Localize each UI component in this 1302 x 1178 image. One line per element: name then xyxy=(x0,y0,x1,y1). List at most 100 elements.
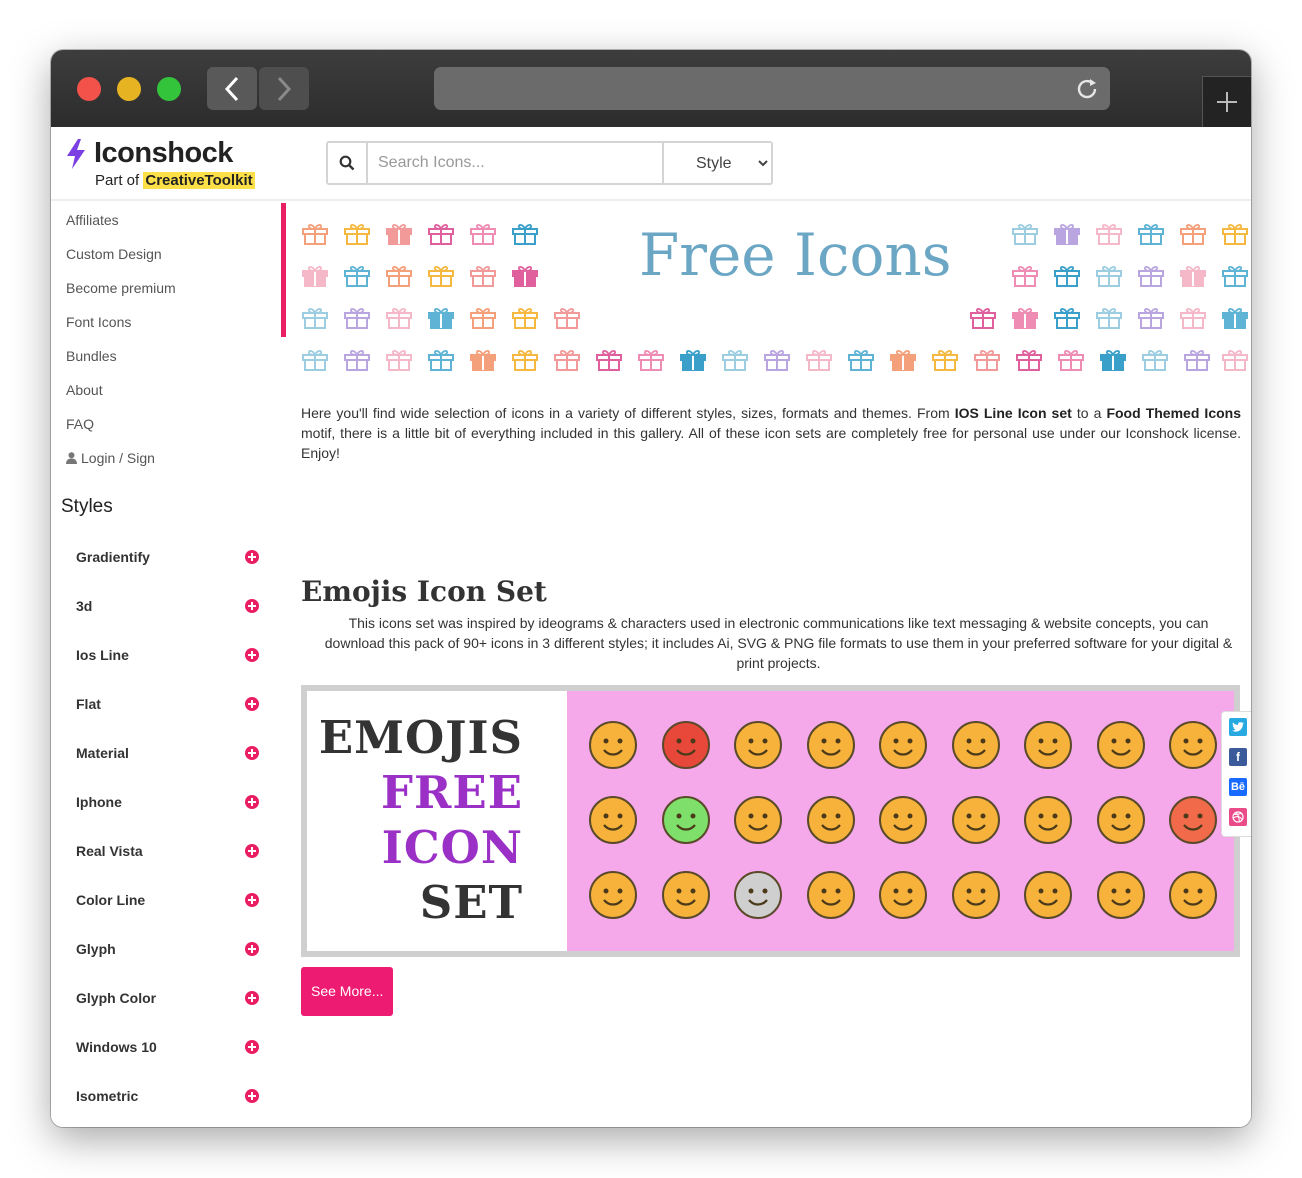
style-item-3d[interactable]: 3d xyxy=(51,581,286,630)
style-item-gradientify[interactable]: Gradientify xyxy=(51,532,286,581)
nav-affiliates[interactable]: Affiliates xyxy=(51,203,286,237)
intro-text-1: Here you'll find wide selection of icons… xyxy=(301,405,955,421)
plus-circle-icon[interactable] xyxy=(245,1088,259,1103)
behance-icon[interactable]: Bē xyxy=(1229,778,1247,796)
nav-faq[interactable]: FAQ xyxy=(51,407,286,441)
sidebar-accent-bar xyxy=(281,203,286,337)
gift-icon xyxy=(386,350,412,371)
emoji-face-icon xyxy=(1024,796,1072,844)
reload-icon[interactable] xyxy=(1074,76,1100,102)
plus-circle-icon[interactable] xyxy=(245,892,259,907)
nav-login[interactable]: Login / Sign xyxy=(51,441,286,475)
style-item-glyph[interactable]: Glyph xyxy=(51,924,286,973)
gift-icon xyxy=(890,350,916,371)
free-icons-banner[interactable]: Free Icons xyxy=(301,203,1248,383)
share-bar: f Bē xyxy=(1221,711,1251,837)
gift-icon xyxy=(386,266,412,287)
search-input[interactable] xyxy=(368,143,662,183)
style-item-label: Glyph Color xyxy=(76,989,157,1006)
gift-icon xyxy=(554,308,580,329)
gift-icon xyxy=(344,350,370,371)
address-bar[interactable] xyxy=(434,67,1110,110)
nav-custom-design[interactable]: Custom Design xyxy=(51,237,286,271)
gift-icon xyxy=(1016,350,1042,371)
twitter-icon[interactable] xyxy=(1229,718,1247,736)
intro-text-3: motif, there is a little bit of everythi… xyxy=(301,425,1241,461)
gift-icon xyxy=(1184,350,1210,371)
style-item-windows-10[interactable]: Windows 10 xyxy=(51,1022,286,1071)
emoji-face-icon xyxy=(879,871,927,919)
plus-circle-icon[interactable] xyxy=(245,1039,259,1054)
style-item-color-line[interactable]: Color Line xyxy=(51,875,286,924)
plus-circle-icon[interactable] xyxy=(245,598,259,613)
plus-circle-icon[interactable] xyxy=(245,941,259,956)
gift-icon xyxy=(302,224,328,245)
preview-line-icon: ICON xyxy=(381,821,523,874)
food-icons-link[interactable]: Food Themed Icons xyxy=(1106,405,1241,421)
style-item-label: Ios Line xyxy=(76,646,129,663)
maximize-window-button[interactable] xyxy=(157,77,181,101)
gift-icon xyxy=(470,350,496,371)
emoji-face-icon xyxy=(1169,721,1217,769)
gift-icon xyxy=(1180,308,1206,329)
nav-bundles[interactable]: Bundles xyxy=(51,339,286,373)
style-item-label: 3d xyxy=(76,597,93,614)
preview-line-free: FREE xyxy=(381,766,523,819)
preview-title-block: EMOJIS FREE ICON SET xyxy=(307,691,567,951)
style-item-ios-line[interactable]: Ios Line xyxy=(51,630,286,679)
gift-icon xyxy=(302,266,328,287)
style-item-iphone[interactable]: Iphone xyxy=(51,777,286,826)
see-more-button[interactable]: See More... xyxy=(301,967,394,1016)
minimize-window-button[interactable] xyxy=(117,77,141,101)
plus-circle-icon[interactable] xyxy=(245,549,259,564)
style-select[interactable]: Style xyxy=(662,143,771,183)
gift-icon xyxy=(344,266,370,287)
gift-icon xyxy=(848,350,874,371)
plus-circle-icon[interactable] xyxy=(245,696,259,711)
emoji-face-icon xyxy=(806,796,855,844)
plus-circle-icon[interactable] xyxy=(245,794,259,809)
gift-icon xyxy=(1222,266,1248,287)
back-button[interactable] xyxy=(207,67,257,110)
browser-window: Iconshock Part of CreativeToolkit Style … xyxy=(51,50,1251,1127)
style-item-flat[interactable]: Flat xyxy=(51,679,286,728)
style-item-label: Material xyxy=(76,744,129,761)
gift-icon xyxy=(512,266,538,287)
gift-icon xyxy=(428,350,454,371)
emoji-set-preview[interactable]: EMOJIS FREE ICON SET xyxy=(301,685,1240,957)
nav-become-premium[interactable]: Become premium xyxy=(51,271,286,305)
style-item-label: Flat xyxy=(76,695,101,712)
emoji-face-icon xyxy=(806,721,855,769)
style-item-real-vista[interactable]: Real Vista xyxy=(51,826,286,875)
gift-icon xyxy=(1054,266,1080,287)
ios-line-link[interactable]: IOS Line Icon set xyxy=(955,405,1072,421)
plus-circle-icon[interactable] xyxy=(245,843,259,858)
nav-about[interactable]: About xyxy=(51,373,286,407)
style-item-material[interactable]: Material xyxy=(51,728,286,777)
dribbble-icon[interactable] xyxy=(1229,808,1247,826)
nav-font-icons[interactable]: Font Icons xyxy=(51,305,286,339)
site-header: Iconshock Part of CreativeToolkit Style xyxy=(51,127,1251,201)
gift-icon xyxy=(428,224,454,245)
gift-icon xyxy=(1100,350,1126,371)
gift-icon xyxy=(302,350,328,371)
facebook-icon[interactable]: f xyxy=(1229,748,1247,766)
gift-icon xyxy=(1142,350,1168,371)
search-button[interactable] xyxy=(328,143,368,183)
emoji-face-icon xyxy=(1169,871,1217,919)
plus-circle-icon[interactable] xyxy=(245,990,259,1005)
emoji-face-icon xyxy=(1024,721,1072,769)
gift-icon xyxy=(512,350,538,371)
style-item-glyph-color[interactable]: Glyph Color xyxy=(51,973,286,1022)
intro-paragraph: Here you'll find wide selection of icons… xyxy=(301,403,1241,463)
gift-icon xyxy=(1096,224,1122,245)
forward-button[interactable] xyxy=(259,67,309,110)
plus-circle-icon[interactable] xyxy=(245,647,259,662)
close-window-button[interactable] xyxy=(77,77,101,101)
plus-circle-icon[interactable] xyxy=(245,745,259,760)
emoji-face-icon xyxy=(734,796,782,844)
style-item-isometric[interactable]: Isometric xyxy=(51,1071,286,1120)
emoji-face-icon xyxy=(734,871,782,919)
new-tab-button[interactable] xyxy=(1202,76,1251,127)
nav-login-label: Login / Sign xyxy=(81,450,155,466)
